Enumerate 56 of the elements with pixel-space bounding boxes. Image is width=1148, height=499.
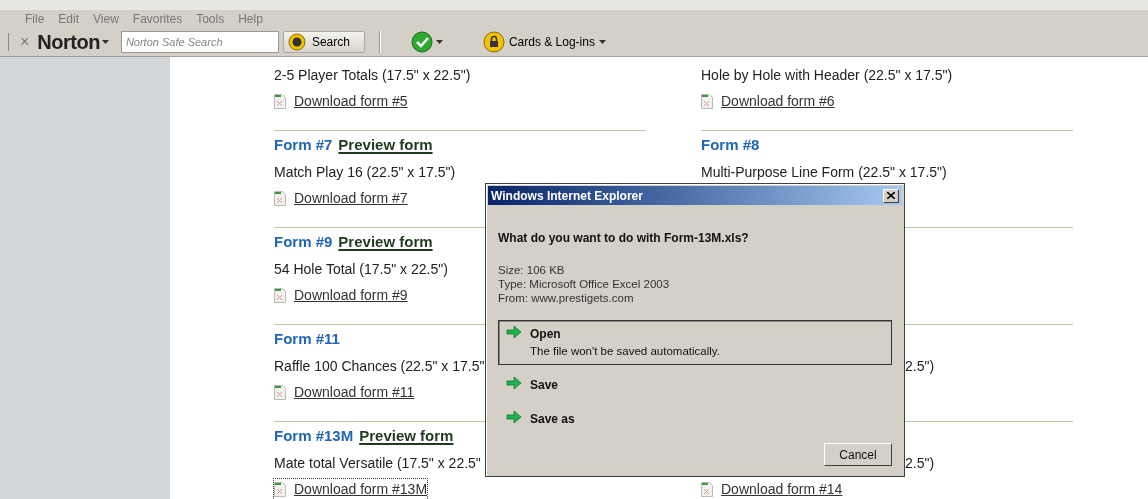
cards-logins-button[interactable]: Cards & Log-ins [482, 31, 606, 53]
form-description: Raffle 100 Chances (22.5" x 17.5" [274, 356, 485, 376]
spreadsheet-file-icon [274, 190, 286, 206]
file-detail: Type: Microsoft Office Excel 2003 [498, 277, 671, 291]
arrow-icon [506, 410, 522, 425]
file-detail: Size: 106 KB [498, 263, 566, 277]
form-description: 2.5") [905, 356, 935, 376]
search-field[interactable]: Norton Safe Search [120, 31, 279, 53]
close-icon [887, 192, 895, 199]
file-detail: From: www.prestigets.com [498, 291, 635, 305]
search-button[interactable]: Search [282, 31, 365, 53]
arrow-icon [506, 325, 522, 339]
form-heading: Form #13M [274, 425, 354, 446]
dialog-option[interactable]: Open The file won't be saved automatically. [498, 320, 892, 366]
dialog-option[interactable]: Save [498, 371, 892, 400]
download-link[interactable]: Download form #14 [701, 478, 843, 499]
form-description: Hole by Hole with Header (22.5" x 17.5") [701, 65, 953, 85]
spreadsheet-file-icon [274, 481, 286, 497]
caret-icon [598, 40, 606, 44]
dialog-question: What do you want to do with Form-13M.xls? [498, 230, 750, 247]
check-icon [410, 31, 433, 53]
lock-icon [482, 31, 505, 53]
form-description: Match Play 16 (22.5" x 17.5") [274, 162, 456, 182]
cancel-button[interactable]: Cancel [824, 443, 892, 466]
caret-icon [101, 40, 109, 44]
form-description: 2.5") [905, 453, 935, 473]
download-link[interactable]: Download form #6 [701, 90, 835, 112]
form-description: 2-5 Player Totals (17.5" x 22.5") [274, 65, 471, 85]
form-heading: Form #8 [701, 134, 760, 155]
spreadsheet-file-icon [274, 384, 286, 400]
norton-menu-button[interactable]: Norton [37, 27, 109, 57]
dialog-title-bar: Windows Internet Explorer [488, 186, 902, 205]
download-link[interactable]: Download form #5 [274, 90, 408, 112]
form-description: Multi-Purpose Line Form (22.5" x 17.5") [701, 162, 947, 182]
spreadsheet-file-icon [701, 481, 713, 497]
download-link[interactable]: Download form #9 [274, 284, 408, 306]
dialog-option[interactable]: Save as [498, 405, 892, 434]
preview-link[interactable]: Preview form [338, 230, 433, 254]
arrow-icon [506, 376, 522, 391]
preview-link[interactable]: Preview form [338, 133, 433, 157]
download-link[interactable]: Download form #11 [274, 381, 415, 403]
caret-icon [435, 40, 443, 44]
preview-link[interactable]: Preview form [359, 424, 454, 448]
spreadsheet-file-icon [274, 287, 286, 303]
form-heading: Form #11 [274, 328, 340, 349]
form-heading: Form #9 [274, 231, 333, 252]
download-link[interactable]: Download form #7 [274, 187, 408, 209]
close-button[interactable] [883, 188, 899, 203]
form-description: Mate total Versatile (17.5" x 22.5" [274, 453, 481, 473]
safety-status-button[interactable] [410, 31, 443, 53]
norton-logo-icon [287, 33, 306, 51]
form-description: 54 Hole Total (17.5" x 22.5") [274, 259, 448, 279]
spreadsheet-file-icon [274, 93, 286, 109]
download-link[interactable]: Download form #13M [274, 478, 428, 499]
spreadsheet-file-icon [701, 93, 713, 109]
form-heading: Form #7 [274, 134, 333, 155]
